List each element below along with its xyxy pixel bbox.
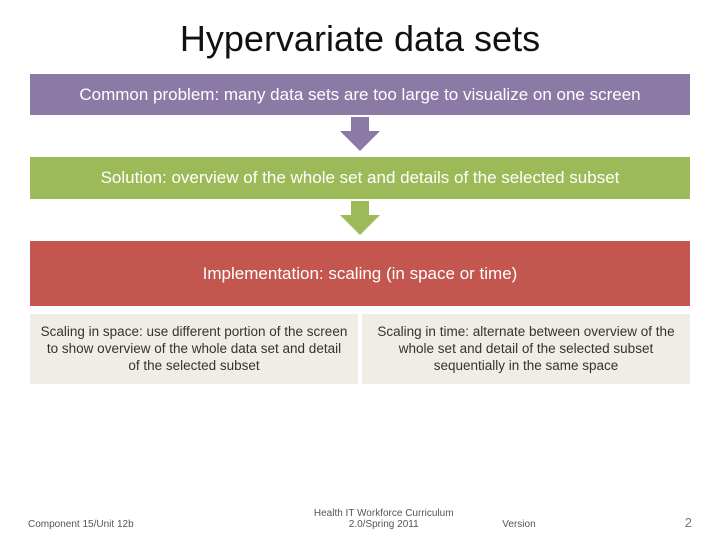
sub-row: Scaling in space: use different portion … (28, 312, 692, 387)
scaling-time-cell: Scaling in time: alternate between overv… (360, 312, 692, 387)
flow-blocks: Common problem: many data sets are too l… (0, 72, 720, 386)
implementation-block: Implementation: scaling (in space or tim… (28, 239, 692, 308)
slide: Hypervariate data sets Common problem: m… (0, 0, 720, 540)
footer-mid-line2: 2.0/Spring 2011 (265, 519, 502, 530)
solution-block: Solution: overview of the whole set and … (28, 155, 692, 200)
slide-title: Hypervariate data sets (0, 0, 720, 72)
scaling-space-cell: Scaling in space: use different portion … (28, 312, 360, 387)
down-arrow-icon (345, 201, 375, 221)
arrow-wrap-1 (28, 117, 692, 155)
arrow-wrap-2 (28, 201, 692, 239)
footer-right: Version (502, 519, 644, 530)
slide-footer: Component 15/Unit 12b Health IT Workforc… (0, 508, 720, 530)
footer-left: Component 15/Unit 12b (28, 519, 265, 530)
problem-block: Common problem: many data sets are too l… (28, 72, 692, 117)
footer-mid-line1: Health IT Workforce Curriculum (265, 508, 502, 519)
down-arrow-icon (345, 117, 375, 137)
page-number: 2 (645, 515, 692, 530)
footer-mid: Health IT Workforce Curriculum 2.0/Sprin… (265, 508, 502, 530)
